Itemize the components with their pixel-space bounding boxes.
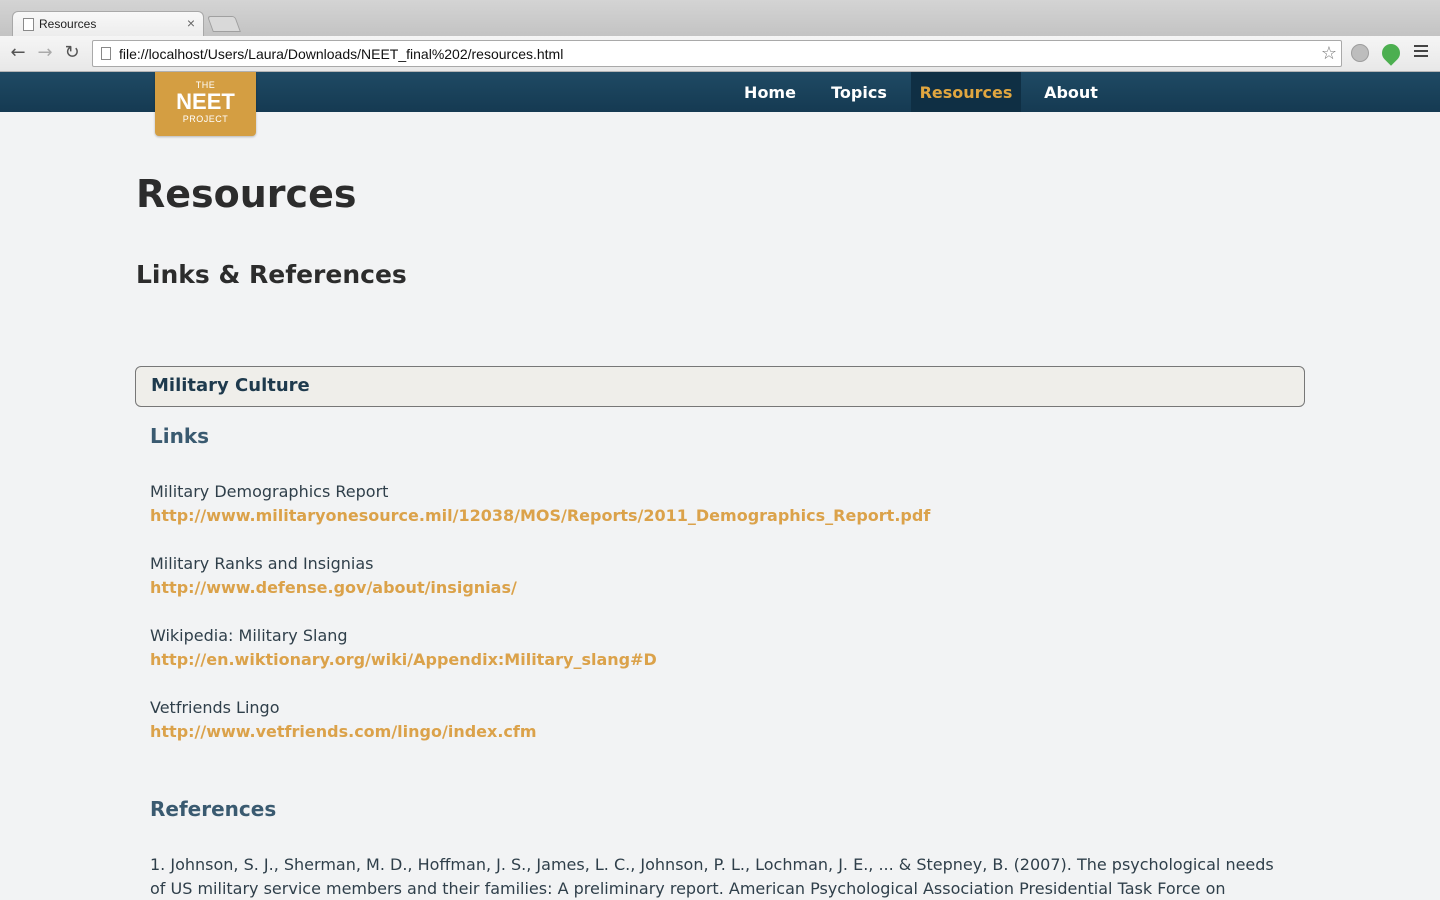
nav-topics[interactable]: Topics	[820, 72, 898, 112]
download-extension-icon[interactable]	[1351, 44, 1369, 62]
browser-toolbar: ← → ↻ file://localhost/Users/Laura/Downl…	[0, 36, 1440, 72]
nav-about[interactable]: About	[1034, 72, 1108, 112]
nav-home[interactable]: Home	[733, 72, 807, 112]
link-url[interactable]: http://www.defense.gov/about/insignias/	[150, 578, 517, 597]
page-title: Resources	[136, 172, 357, 216]
link-label: Wikipedia: Military Slang	[150, 626, 348, 645]
nav-resources[interactable]: Resources	[911, 72, 1021, 112]
page-icon	[101, 47, 111, 60]
accordion-label: Military Culture	[151, 375, 310, 396]
reference-item: 1. Johnson, S. J., Sherman, M. D., Hoffm…	[150, 855, 1274, 898]
logo-neet: NEET	[176, 89, 235, 114]
link-url[interactable]: http://www.vetfriends.com/lingo/index.cf…	[150, 722, 537, 741]
browser-tab-strip: Resources ×	[0, 0, 1440, 37]
browser-tab[interactable]: Resources ×	[12, 11, 204, 37]
logo-project: PROJECT	[182, 114, 229, 124]
link-url[interactable]: http://www.militaryonesource.mil/12038/M…	[150, 506, 930, 525]
links-heading: Links	[150, 424, 210, 448]
menu-icon[interactable]	[1414, 45, 1428, 59]
bookmark-star-icon[interactable]: ☆	[1321, 43, 1337, 64]
address-bar[interactable]: file://localhost/Users/Laura/Downloads/N…	[92, 40, 1342, 67]
back-arrow-icon[interactable]: ←	[6, 41, 30, 65]
page-icon	[23, 18, 34, 31]
link-label: Military Demographics Report	[150, 482, 389, 501]
references-heading: References	[150, 797, 277, 821]
address-url[interactable]: file://localhost/Users/Laura/Downloads/N…	[119, 46, 563, 62]
reload-icon[interactable]: ↻	[60, 41, 84, 65]
new-tab-button[interactable]	[207, 16, 241, 32]
link-label: Vetfriends Lingo	[150, 698, 280, 717]
section-title: Links & References	[136, 260, 407, 289]
accordion-military-culture[interactable]: Military Culture	[135, 366, 1305, 407]
link-label: Military Ranks and Insignias	[150, 554, 374, 573]
tab-title: Resources	[39, 17, 97, 31]
link-url[interactable]: http://en.wiktionary.org/wiki/Appendix:M…	[150, 650, 657, 669]
close-icon[interactable]: ×	[187, 15, 195, 31]
forward-arrow-icon[interactable]: →	[33, 41, 57, 65]
neet-project-logo[interactable]: THE NEET PROJECT	[155, 72, 256, 136]
